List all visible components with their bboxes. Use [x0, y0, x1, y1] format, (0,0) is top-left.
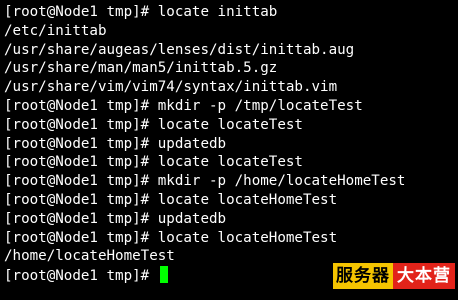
line-13: [root@Node1 tmp]# locate locateHomeTest	[4, 229, 338, 246]
line-9: [root@Node1 tmp]# locate locateTest	[4, 154, 303, 171]
terminal-window[interactable]: [root@Node1 tmp]# locate inittab /etc/in…	[0, 0, 458, 300]
watermark-logo: 服务器 大本营	[333, 263, 455, 289]
line-4: /usr/share/man/man5/inittab.5.gz	[4, 60, 278, 77]
line-12: [root@Node1 tmp]# updatedb	[4, 210, 227, 227]
line-10: [root@Node1 tmp]# mkdir -p /home/locateH…	[4, 173, 406, 190]
line-2: /etc/inittab	[4, 22, 107, 39]
line-3: /usr/share/augeas/lenses/dist/inittab.au…	[4, 41, 355, 58]
line-5: /usr/share/vim/vim74/syntax/inittab.vim	[4, 79, 338, 96]
prompt: [root@Node1 tmp]#	[4, 268, 158, 285]
line-1: [root@Node1 tmp]# locate inittab	[4, 4, 278, 20]
line-11: [root@Node1 tmp]# locate locateHomeTest	[4, 191, 338, 208]
watermark-right-text: 大本营	[393, 263, 455, 289]
watermark-left-text: 服务器	[333, 263, 393, 289]
line-6: [root@Node1 tmp]# mkdir -p /tmp/locateTe…	[4, 97, 363, 114]
cursor	[159, 266, 168, 284]
line-8: [root@Node1 tmp]# updatedb	[4, 135, 227, 152]
line-7: [root@Node1 tmp]# locate locateTest	[4, 116, 303, 133]
